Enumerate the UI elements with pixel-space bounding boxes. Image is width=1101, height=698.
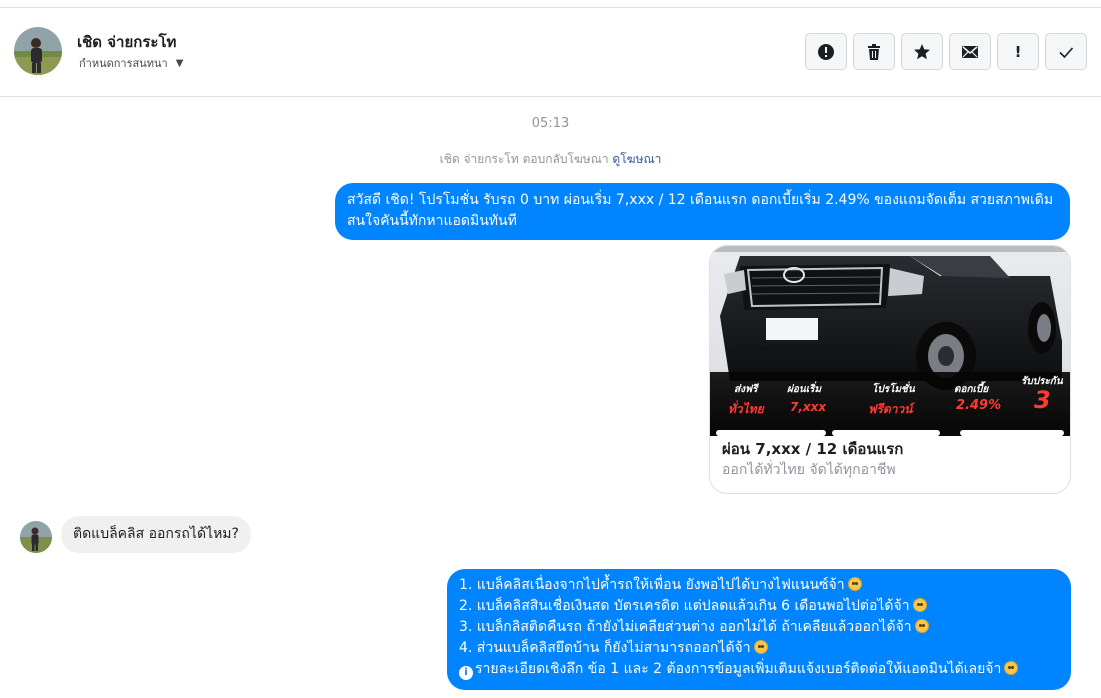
conversation-options-dropdown[interactable]: กำหนดการสนทนา ▼	[79, 54, 183, 72]
promo-label-shipping: ส่งฟรี	[734, 384, 758, 395]
view-ad-link[interactable]: ดูโฆษณา	[612, 152, 661, 166]
caret-down-icon: ▼	[175, 57, 184, 69]
avatar[interactable]	[14, 27, 62, 75]
incoming-message: ติดแบล็คลิส ออกรถได้ไหม?	[61, 516, 251, 553]
smiley-emoji-icon	[914, 619, 929, 633]
message-line-text: รายละเอียดเชิงลึก ข้อ 1 และ 2 ต้องการข้อ…	[475, 661, 1002, 677]
conversation-header: เชิด จ่ายกระโท กำหนดการสนทนา ▼ !	[0, 8, 1101, 97]
sender-avatar[interactable]	[20, 521, 52, 553]
promo-value-shipping: ทั่วไทย	[728, 402, 764, 416]
ad-reply-note: เชิด จ่ายกระโท ตอบกลับโฆษณา ดูโฆษณา	[0, 150, 1101, 169]
outgoing-message-list: 1. แบล็คลิสเนื่องจากไปค้ำรถให้เพื่อน ยัง…	[447, 569, 1071, 690]
message-line: i รายละเอียดเชิงลึก ข้อ 1 และ 2 ต้องการข้…	[459, 659, 1059, 680]
header-actions: !	[805, 33, 1087, 70]
message-line: 3. แบล็กลิสติดคืนรถ ถ้ายังไม่เคลียส่วนต่…	[459, 617, 1059, 638]
smiley-emoji-icon	[1004, 661, 1019, 675]
promo-label-installment: ผ่อนเริ่ม	[787, 384, 822, 395]
message-timestamp: 05:13	[531, 116, 570, 131]
mark-unread-button[interactable]	[949, 33, 991, 70]
star-icon	[914, 43, 930, 59]
smiley-emoji-icon	[912, 598, 927, 612]
promo-value-installment: 7,xxx	[790, 400, 827, 414]
info-icon: i	[459, 666, 473, 680]
message-line-text: 3. แบล็กลิสติดคืนรถ ถ้ายังไม่เคลียส่วนต่…	[459, 619, 912, 635]
outgoing-message: สวัสดี เชิด! โปรโมชั่น รับรถ 0 บาท ผ่อนเ…	[335, 183, 1070, 240]
message-line-text: 4. ส่วนแบล็คลิสยึดบ้าน ก็ยังไม่สามารถออก…	[459, 640, 751, 656]
conversation-options-label: กำหนดการสนทนา	[79, 57, 168, 70]
contact-name: เชิด จ่ายกระโท	[77, 33, 177, 51]
ad-card-title: ผ่อน 7,xxx / 12 เดือนแรก	[722, 440, 904, 458]
checkmark-icon	[1059, 46, 1074, 58]
ad-card[interactable]: ส่งฟรี ทั่วไทย ผ่อนเริ่ม 7,xxx โปรโมชั่น…	[709, 245, 1071, 494]
follow-up-button[interactable]: !	[997, 33, 1039, 70]
exclamation-circle-icon	[818, 43, 834, 60]
message-line-text: 2. แบล็คลิสสินเชื่อเงินสด บัตรเครดิต แต่…	[459, 598, 910, 614]
promo-label-interest: ดอกเบี้ย	[954, 384, 989, 395]
envelope-icon	[962, 45, 978, 58]
star-button[interactable]	[901, 33, 943, 70]
promo-value-promotion: ฟรีดาวน์	[868, 402, 913, 416]
message-line-text: 1. แบล็คลิสเนื่องจากไปค้ำรถให้เพื่อน ยัง…	[459, 577, 845, 593]
message-line: 2. แบล็คลิสสินเชื่อเงินสด บัตรเครดิต แต่…	[459, 596, 1059, 617]
smiley-emoji-icon	[753, 640, 768, 654]
ad-reply-text: เชิด จ่ายกระโท ตอบกลับโฆษณา	[439, 152, 609, 166]
delete-button[interactable]	[853, 33, 895, 70]
trash-icon	[868, 43, 880, 60]
promo-value-warranty: 3	[1034, 386, 1051, 414]
message-line: 4. ส่วนแบล็คลิสยึดบ้าน ก็ยังไม่สามารถออก…	[459, 638, 1059, 659]
promo-value-interest: 2.49%	[956, 398, 1002, 413]
done-button[interactable]	[1045, 33, 1087, 70]
smiley-emoji-icon	[847, 577, 862, 591]
ad-image: ส่งฟรี ทั่วไทย ผ่อนเริ่ม 7,xxx โปรโมชั่น…	[710, 246, 1070, 436]
spam-button[interactable]	[805, 33, 847, 70]
promo-label-promotion: โปรโมชั่น	[872, 384, 915, 395]
message-line: 1. แบล็คลิสเนื่องจากไปค้ำรถให้เพื่อน ยัง…	[459, 575, 1059, 596]
ad-card-subtitle: ออกได้ทั่วไทย จัดได้ทุกอาชีพ	[722, 462, 896, 478]
